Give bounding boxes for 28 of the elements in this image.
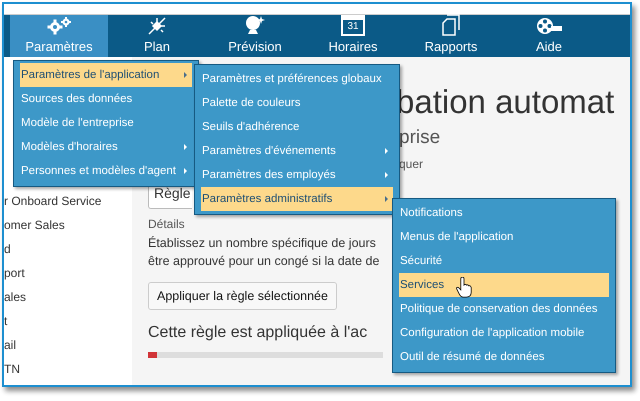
menu-item[interactable]: Paramètres de l'application <box>20 63 192 87</box>
field-label: quer <box>399 157 424 171</box>
menu-item[interactable]: Paramètres administratifs <box>201 187 393 211</box>
section-heading: Cette règle est appliquée à l'ac <box>148 324 368 342</box>
nav-tab[interactable]: Paramètres <box>10 15 108 57</box>
menu-item[interactable]: Services <box>399 273 609 297</box>
nav-tab[interactable]: Rapports <box>402 15 500 57</box>
apply-rule-button[interactable]: Appliquer la règle sélectionnée <box>148 282 337 310</box>
nav-tab[interactable]: Aide <box>500 15 598 57</box>
details-text: Établissez un nombre spécifique de jours être approuvé pour un congé si la date de <box>148 235 380 270</box>
details-label: Détails <box>148 217 185 231</box>
documents-icon <box>441 14 461 36</box>
page-subtitle: prise <box>399 127 440 149</box>
sidebar-item[interactable]: port <box>4 261 25 285</box>
sidebar-item[interactable]: r Onboard Service <box>4 189 102 213</box>
nav-tab[interactable]: Prévision <box>206 15 304 57</box>
hand-cursor-icon <box>456 277 472 298</box>
calendar-icon: 31 <box>341 15 365 36</box>
compass-icon <box>147 16 167 36</box>
sidebar-item[interactable]: t <box>4 309 8 333</box>
sidebar-item[interactable]: omer Sales <box>4 213 65 237</box>
sidebar-item[interactable]: d <box>4 237 11 261</box>
nav-tab[interactable]: Plan <box>108 15 206 57</box>
sidebar-item[interactable]: ail <box>4 333 16 357</box>
sidebar-item[interactable]: TN <box>4 357 20 381</box>
crystal-ball-icon <box>244 14 266 36</box>
nav-tab[interactable]: 31 Horaires <box>304 15 402 57</box>
sidebar-item[interactable]: ales <box>4 285 26 309</box>
